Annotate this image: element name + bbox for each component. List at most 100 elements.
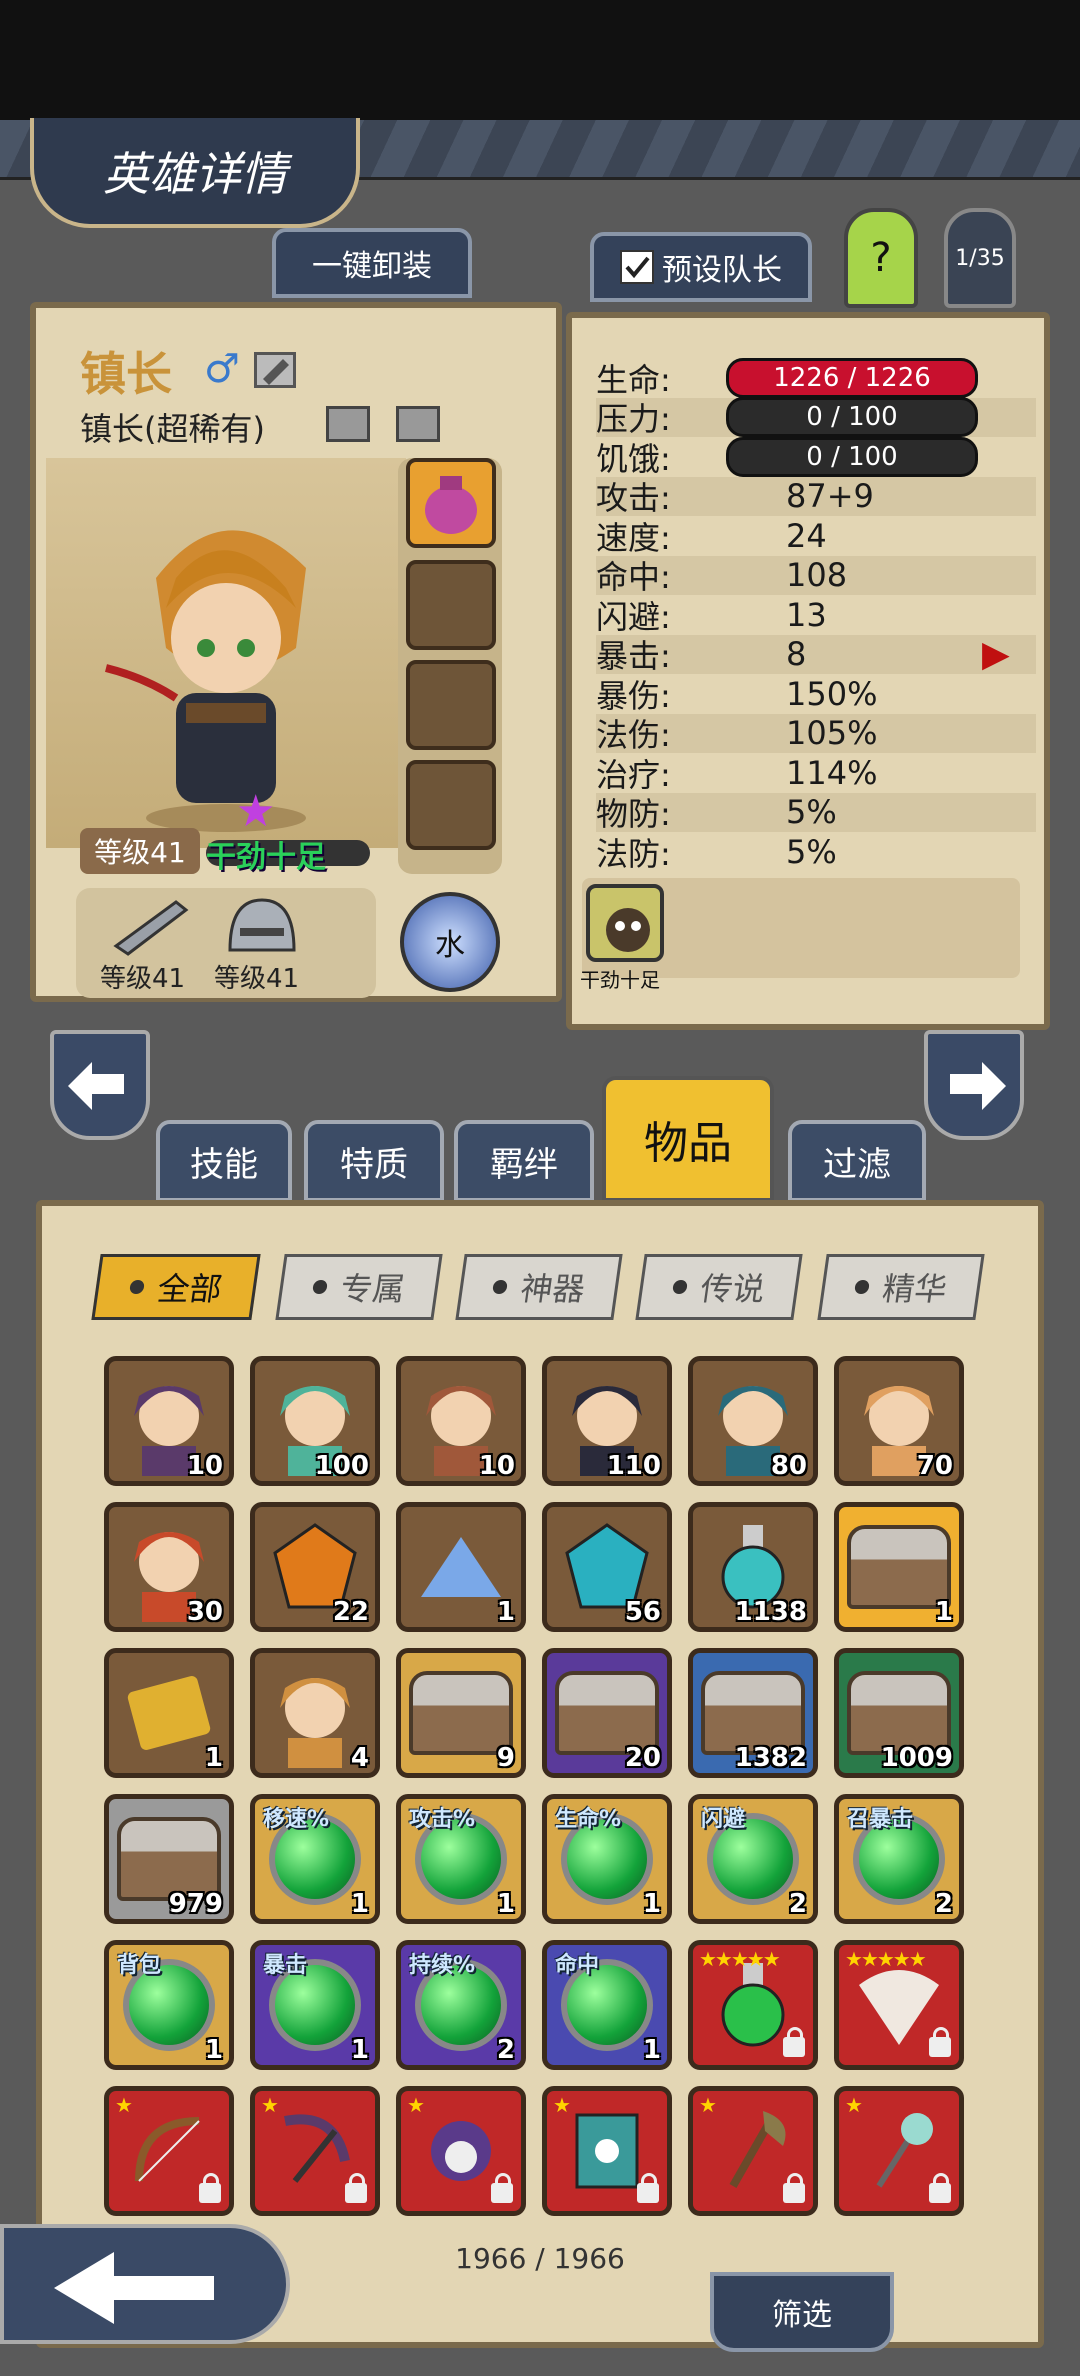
stat-row: 法伤: 105% — [596, 713, 1036, 754]
inventory-item[interactable]: ★★★★★ — [834, 1940, 964, 2070]
inventory-item[interactable]: 持续% 2 — [396, 1940, 526, 2070]
lock-icon — [637, 2173, 659, 2203]
stat-row: 治疗: 114% — [596, 753, 1036, 794]
item-count: 30 — [186, 1597, 223, 1627]
weapon-level: 等级41 — [100, 964, 186, 994]
tab-skills[interactable]: 技能 — [156, 1120, 292, 1202]
inventory-item[interactable]: 22 — [250, 1502, 380, 1632]
accessory-slot-4[interactable] — [406, 760, 496, 850]
inventory-item[interactable]: 70 — [834, 1356, 964, 1486]
item-tag: 闪避 — [701, 1807, 746, 1832]
filter-dot-icon — [129, 1280, 145, 1294]
filter-essence[interactable]: 精华 — [817, 1254, 985, 1320]
inventory-item[interactable]: ★★★★★ — [688, 1940, 818, 2070]
inventory-item[interactable]: 攻击% 1 — [396, 1794, 526, 1924]
item-tag: 背包 — [117, 1953, 162, 1978]
item-count: 1009 — [880, 1743, 953, 1773]
filter-all[interactable]: 全部 — [91, 1254, 261, 1320]
sort-button[interactable]: 筛选 — [710, 2272, 894, 2352]
inventory-item[interactable]: 1138 — [688, 1502, 818, 1632]
inventory-item[interactable]: 移速% 1 — [250, 1794, 380, 1924]
spirit-status-icon[interactable] — [586, 884, 664, 962]
tab-filter[interactable]: 过滤 — [788, 1120, 926, 1202]
help-button[interactable]: ? — [844, 208, 918, 308]
shuffle-icon[interactable] — [396, 406, 440, 442]
item-tag: 持续% — [409, 1953, 476, 1978]
inventory-item[interactable]: ★ — [834, 2086, 964, 2216]
inventory-item[interactable]: 979 — [104, 1794, 234, 1924]
inventory-item[interactable]: 30 — [104, 1502, 234, 1632]
sword-icon[interactable] — [106, 896, 196, 956]
inventory-item[interactable]: 生命% 1 — [542, 1794, 672, 1924]
inventory-item[interactable]: 1 — [104, 1648, 234, 1778]
lock-icon — [345, 2173, 367, 2203]
helmet-icon[interactable] — [222, 894, 302, 958]
item-tag: 召暴击 — [847, 1807, 914, 1832]
stat-value: 13 — [786, 595, 827, 634]
stat-row: 闪避: 13 — [596, 595, 1036, 636]
next-hero-button[interactable] — [924, 1030, 1024, 1140]
filter-dot-icon — [672, 1280, 688, 1294]
previous-hero-button[interactable] — [50, 1030, 150, 1140]
stat-row: 物防: 5% — [596, 792, 1036, 833]
filter-legendary[interactable]: 传说 — [635, 1254, 803, 1320]
item-count: 1138 — [734, 1597, 807, 1627]
inventory-item[interactable]: ★ — [542, 2086, 672, 2216]
inventory-item[interactable]: 10 — [396, 1356, 526, 1486]
inventory-item[interactable]: 命中 1 — [542, 1940, 672, 2070]
inventory-item[interactable]: 9 — [396, 1648, 526, 1778]
accessory-slot-2[interactable] — [406, 560, 496, 650]
inventory-item[interactable]: 100 — [250, 1356, 380, 1486]
accessory-slot-bag[interactable] — [406, 458, 496, 548]
element-badge: 水 — [400, 892, 500, 992]
back-button[interactable] — [0, 2224, 290, 2344]
inventory-item[interactable]: 4 — [250, 1648, 380, 1778]
inventory-item[interactable]: 20 — [542, 1648, 672, 1778]
inventory-item[interactable]: 1 — [834, 1502, 964, 1632]
inventory-item[interactable]: 110 — [542, 1356, 672, 1486]
filter-exclusive[interactable]: 专属 — [275, 1254, 443, 1320]
inventory-item[interactable]: ★ — [250, 2086, 380, 2216]
page-counter: 1/35 — [944, 208, 1016, 308]
arrow-right-icon[interactable]: ▶ — [982, 634, 1010, 675]
inventory-item[interactable]: 召暴击 2 — [834, 1794, 964, 1924]
inventory-item[interactable]: 1 — [396, 1502, 526, 1632]
inventory-item[interactable]: ★ — [104, 2086, 234, 2216]
hero-level: 等级41 — [80, 828, 200, 874]
tab-traits[interactable]: 特质 — [304, 1120, 444, 1202]
inventory-item[interactable]: 1382 — [688, 1648, 818, 1778]
item-count: 1 — [204, 1743, 223, 1773]
inventory-item[interactable]: 1009 — [834, 1648, 964, 1778]
item-count: 10 — [478, 1451, 515, 1481]
inventory-item[interactable]: 80 — [688, 1356, 818, 1486]
lock-icon — [491, 2173, 513, 2203]
filter-artifact[interactable]: 神器 — [455, 1254, 623, 1320]
inventory-item[interactable]: ★ — [396, 2086, 526, 2216]
item-count: 70 — [916, 1451, 953, 1481]
inventory-item[interactable]: 10 — [104, 1356, 234, 1486]
tab-bonds[interactable]: 羁绊 — [454, 1120, 594, 1202]
item-count: 979 — [168, 1889, 223, 1919]
item-stars: ★ — [845, 2093, 863, 2117]
unequip-all-button[interactable]: 一键卸装 — [272, 228, 472, 298]
preset-leader-toggle[interactable]: 预设队长 — [590, 232, 812, 302]
inventory-item[interactable]: ★ — [688, 2086, 818, 2216]
inventory-item[interactable]: 闪避 2 — [688, 1794, 818, 1924]
item-count: 2 — [788, 1889, 807, 1919]
stat-row: 攻击: 87+9 — [596, 476, 1036, 517]
item-count: 1 — [496, 1889, 515, 1919]
inventory-item[interactable]: 56 — [542, 1502, 672, 1632]
inventory-item[interactable]: 背包 1 — [104, 1940, 234, 2070]
item-count: 56 — [624, 1597, 661, 1627]
inventory-item[interactable]: 暴击 1 — [250, 1940, 380, 2070]
stat-row: 饥饿: 0 / 100 — [596, 436, 1036, 478]
preset-leader-label: 预设队长 — [662, 253, 782, 288]
item-stars: ★ — [261, 2093, 279, 2117]
rename-button[interactable] — [254, 352, 296, 388]
filter-dot-icon — [854, 1280, 870, 1294]
stat-row: 暴击: 8 — [596, 634, 1036, 675]
tab-items[interactable]: 物品 — [602, 1076, 774, 1202]
swap-icon[interactable] — [326, 406, 370, 442]
inventory-count: 1966 / 1966 — [455, 2242, 625, 2275]
accessory-slot-3[interactable] — [406, 660, 496, 750]
